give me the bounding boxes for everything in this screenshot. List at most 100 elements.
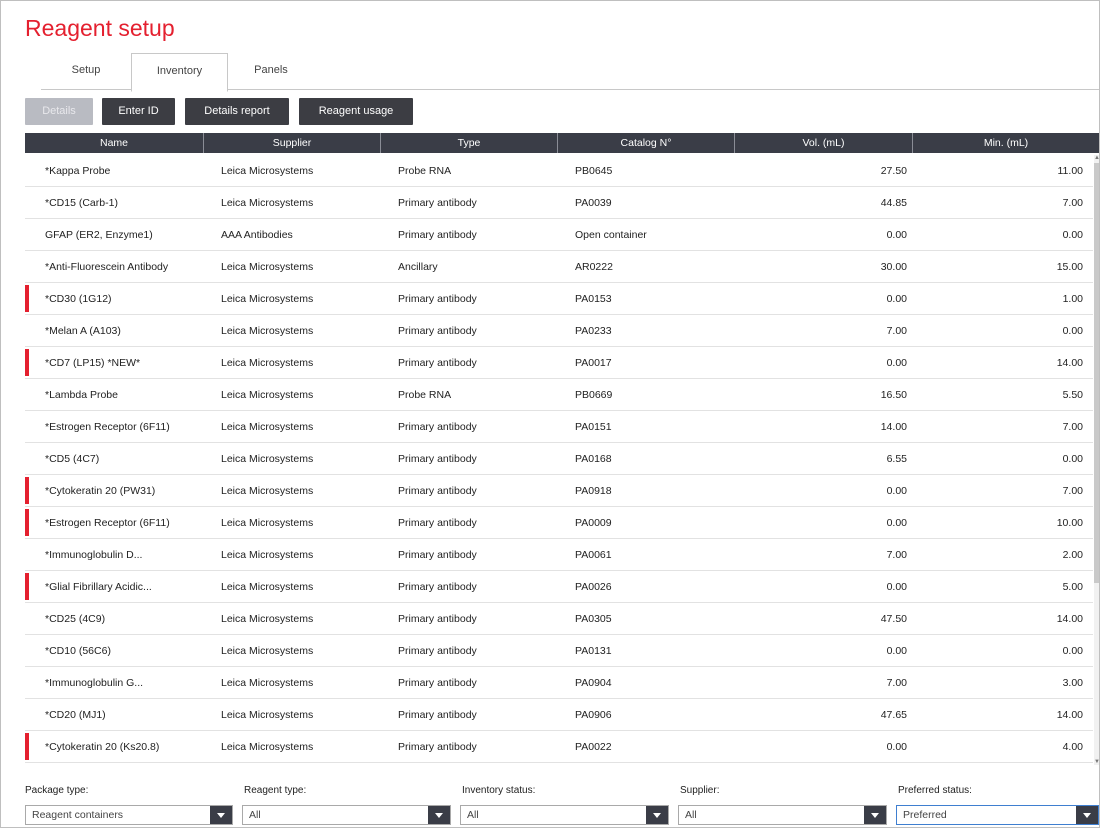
cell-name: *Estrogen Receptor (6F11) bbox=[45, 517, 170, 529]
cell-minimum: 4.00 bbox=[1062, 741, 1083, 753]
cell-type: Primary antibody bbox=[398, 677, 477, 689]
cell-supplier: AAA Antibodies bbox=[221, 229, 293, 241]
cell-catalog: PA0061 bbox=[575, 549, 612, 561]
chevron-down-icon[interactable] bbox=[646, 806, 668, 824]
cell-name: *CD20 (MJ1) bbox=[45, 709, 106, 721]
cell-minimum: 1.00 bbox=[1062, 293, 1083, 305]
table-row[interactable]: *CD7 (LP15) *NEW* Leica Microsystems Prima… bbox=[25, 347, 1093, 379]
cell-name: *CD10 (56C6) bbox=[45, 645, 111, 657]
table-row[interactable]: GFAP (ER2, Enzyme1) AAA Antibodies Primary… bbox=[25, 219, 1093, 251]
cell-volume: 7.00 bbox=[886, 549, 907, 561]
reagent-type-value: All bbox=[249, 809, 261, 821]
cell-supplier: Leica Microsystems bbox=[221, 677, 314, 689]
preferred-status-label: Preferred status: bbox=[898, 785, 972, 796]
cell-volume: 0.00 bbox=[886, 485, 907, 497]
cell-catalog: PA0906 bbox=[575, 709, 612, 721]
chevron-down-icon[interactable] bbox=[1076, 806, 1098, 824]
table-row[interactable]: *Estrogen Receptor (6F11) Leica Microsyst… bbox=[25, 507, 1093, 539]
cell-type: Probe RNA bbox=[398, 389, 452, 401]
column-header-supplier[interactable]: Supplier bbox=[204, 133, 381, 153]
supplier-select[interactable]: All bbox=[678, 805, 887, 825]
cell-minimum: 7.00 bbox=[1062, 421, 1083, 433]
cell-type: Primary antibody bbox=[398, 229, 477, 241]
cell-volume: 0.00 bbox=[886, 741, 907, 753]
cell-supplier: Leica Microsystems bbox=[221, 389, 314, 401]
tab-setup[interactable]: Setup bbox=[41, 53, 131, 89]
cell-volume: 0.00 bbox=[886, 293, 907, 305]
cell-volume: 47.65 bbox=[880, 709, 907, 721]
cell-volume: 7.00 bbox=[886, 325, 907, 337]
cell-type: Ancillary bbox=[398, 261, 438, 273]
column-header-catalog[interactable]: Catalog N° bbox=[558, 133, 735, 153]
package-type-label: Package type: bbox=[25, 785, 89, 796]
preferred-status-select[interactable]: Preferred bbox=[896, 805, 1099, 825]
cell-volume: 0.00 bbox=[886, 357, 907, 369]
details-button[interactable]: Details bbox=[25, 98, 93, 125]
supplier-label: Supplier: bbox=[680, 785, 720, 796]
cell-name: *Lambda Probe bbox=[45, 389, 118, 401]
cell-name: *Estrogen Receptor (6F11) bbox=[45, 421, 170, 433]
reagent-usage-button[interactable]: Reagent usage bbox=[299, 98, 413, 125]
table-row[interactable]: *Anti-Fluorescein Antibody Leica Microsys… bbox=[25, 251, 1093, 283]
table-row[interactable]: *CD30 (1G12) Leica Microsystems Primary an… bbox=[25, 283, 1093, 315]
low-stock-indicator bbox=[25, 733, 29, 760]
inventory-status-select[interactable]: All bbox=[460, 805, 669, 825]
cell-name: *Kappa Probe bbox=[45, 165, 111, 177]
table-row[interactable]: *Cytokeratin 20 (PW31) Leica Microsystems… bbox=[25, 475, 1093, 507]
cell-minimum: 14.00 bbox=[1056, 613, 1083, 625]
cell-type: Primary antibody bbox=[398, 325, 477, 337]
tab-inventory[interactable]: Inventory bbox=[131, 53, 228, 92]
column-header-type[interactable]: Type bbox=[381, 133, 558, 153]
cell-minimum: 15.00 bbox=[1056, 261, 1083, 273]
table-row[interactable]: *CD25 (4C9) Leica Microsystems Primary ant… bbox=[25, 603, 1093, 635]
scrollbar-thumb[interactable] bbox=[1094, 163, 1099, 583]
table-row[interactable]: *CD20 (MJ1) Leica Microsystems Primary ant… bbox=[25, 699, 1093, 731]
cell-volume: 44.85 bbox=[880, 197, 907, 209]
reagent-type-select[interactable]: All bbox=[242, 805, 451, 825]
cell-name: *Glial Fibrillary Acidic... bbox=[45, 581, 152, 593]
cell-minimum: 0.00 bbox=[1062, 645, 1083, 657]
scroll-down-icon[interactable]: ▼ bbox=[1094, 759, 1099, 765]
table-row[interactable]: *Immunoglobulin D... Leica Microsystems Pr… bbox=[25, 539, 1093, 571]
table-body: *Kappa Probe Leica Microsystems Probe RNA P… bbox=[25, 155, 1093, 766]
table-row[interactable]: *Cytokeratin 20 (Ks20.8) Leica Microsyste… bbox=[25, 731, 1093, 763]
cell-volume: 0.00 bbox=[886, 645, 907, 657]
table-row[interactable]: *CD10 (56C6) Leica Microsystems Primary an… bbox=[25, 635, 1093, 667]
column-header-volume[interactable]: Vol. (mL) bbox=[735, 133, 913, 153]
supplier-value: All bbox=[685, 809, 697, 821]
cell-supplier: Leica Microsystems bbox=[221, 325, 314, 337]
chevron-down-icon[interactable] bbox=[428, 806, 450, 824]
table-row[interactable]: *Glial Fibrillary Acidic... Leica Microsy… bbox=[25, 571, 1093, 603]
cell-volume: 0.00 bbox=[886, 229, 907, 241]
table-row[interactable]: *Melan A (A103) Leica Microsystems Primary… bbox=[25, 315, 1093, 347]
cell-minimum: 14.00 bbox=[1056, 357, 1083, 369]
table-scrollbar[interactable]: ▲ ▼ bbox=[1094, 155, 1099, 765]
tab-panels[interactable]: Panels bbox=[226, 53, 316, 89]
column-header-name[interactable]: Name bbox=[25, 133, 204, 153]
cell-name: GFAP (ER2, Enzyme1) bbox=[45, 229, 153, 241]
cell-supplier: Leica Microsystems bbox=[221, 165, 314, 177]
cell-volume: 27.50 bbox=[880, 165, 907, 177]
cell-catalog: PA0233 bbox=[575, 325, 612, 337]
table-row[interactable]: *Estrogen Receptor (6F11) Leica Microsyst… bbox=[25, 411, 1093, 443]
details-report-button[interactable]: Details report bbox=[185, 98, 289, 125]
cell-name: *CD15 (Carb-1) bbox=[45, 197, 118, 209]
cell-catalog: PA0131 bbox=[575, 645, 612, 657]
table-row[interactable]: *CD5 (4C7) Leica Microsystems Primary anti… bbox=[25, 443, 1093, 475]
package-type-select[interactable]: Reagent containers bbox=[25, 805, 233, 825]
cell-catalog: AR0222 bbox=[575, 261, 613, 273]
chevron-down-icon[interactable] bbox=[864, 806, 886, 824]
cell-catalog: PA0009 bbox=[575, 517, 612, 529]
table-row[interactable]: *Kappa Probe Leica Microsystems Probe RNA P… bbox=[25, 155, 1093, 187]
cell-supplier: Leica Microsystems bbox=[221, 485, 314, 497]
chevron-down-icon[interactable] bbox=[210, 806, 232, 824]
cell-supplier: Leica Microsystems bbox=[221, 549, 314, 561]
scroll-up-icon[interactable]: ▲ bbox=[1094, 155, 1099, 161]
enter-id-button[interactable]: Enter ID bbox=[102, 98, 175, 125]
table-row[interactable]: *Immunoglobulin G... Leica Microsystems Pr… bbox=[25, 667, 1093, 699]
table-row[interactable]: *Lambda Probe Leica Microsystems Probe RNA… bbox=[25, 379, 1093, 411]
cell-minimum: 5.50 bbox=[1062, 389, 1083, 401]
column-header-minimum[interactable]: Min. (mL) bbox=[913, 133, 1099, 153]
table-row[interactable]: *CD15 (Carb-1) Leica Microsystems Primary … bbox=[25, 187, 1093, 219]
cell-minimum: 0.00 bbox=[1062, 325, 1083, 337]
